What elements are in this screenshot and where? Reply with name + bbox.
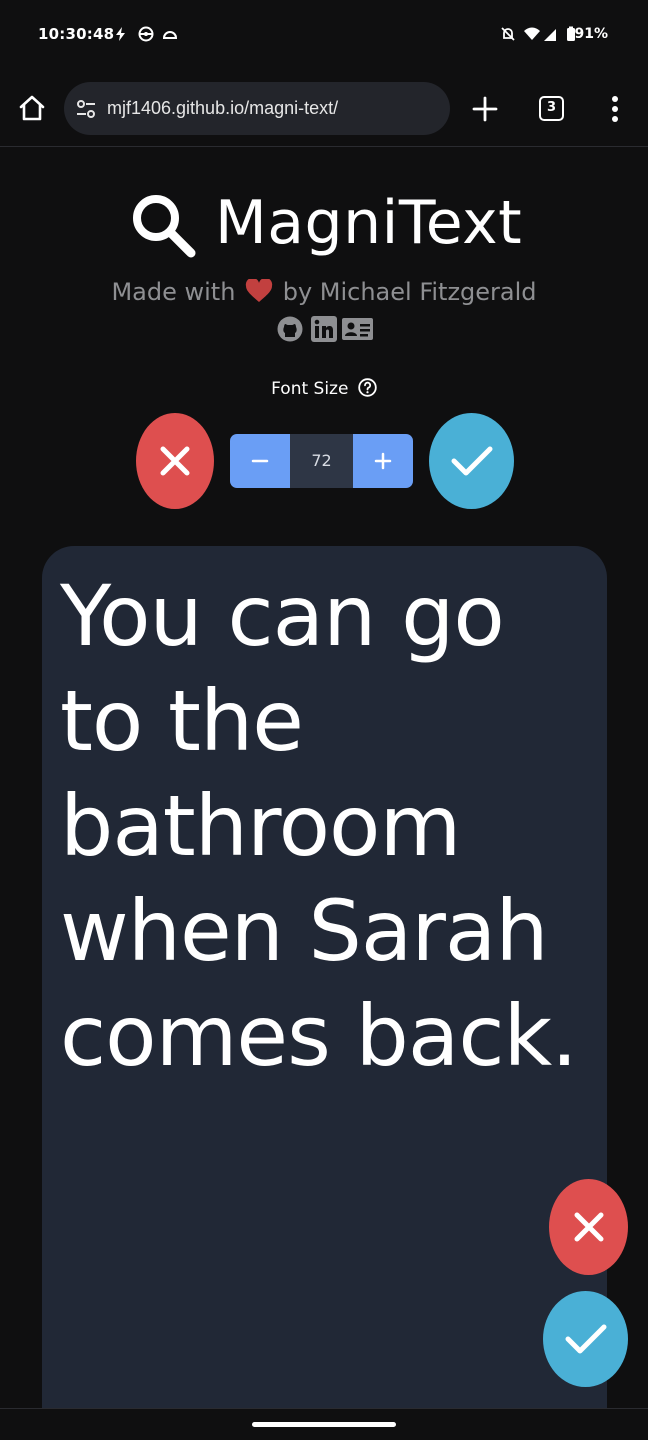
home-icon[interactable] (16, 92, 48, 124)
font-size-label: Font Size (271, 379, 349, 399)
magnifier-icon (133, 195, 196, 258)
credit-suffix: by Michael Fitzgerald (282, 278, 537, 306)
wifi-icon (524, 27, 540, 40)
battery-percent: 91% (574, 26, 608, 42)
check-icon (565, 1324, 606, 1354)
app-title: MagniText (215, 188, 523, 258)
status-time: 10:30:48 (38, 25, 115, 43)
menu-icon[interactable] (605, 94, 625, 124)
social-links (277, 316, 373, 344)
text-display-area[interactable]: You can go to the bathroom when Sarah co… (42, 546, 607, 1426)
home-gesture-handle[interactable] (252, 1422, 396, 1427)
tab-switcher-icon[interactable]: 3 (539, 96, 564, 121)
close-icon (574, 1212, 603, 1242)
confirm-button[interactable] (429, 413, 514, 509)
close-icon (160, 446, 190, 476)
cancel-button[interactable] (136, 413, 214, 509)
site-settings-icon[interactable] (76, 99, 96, 119)
linkedin-icon[interactable] (311, 316, 337, 342)
minus-icon (251, 459, 269, 463)
credit-prefix: Made with (111, 278, 236, 306)
mute-icon (501, 27, 515, 41)
heart-icon (245, 279, 273, 302)
help-icon[interactable] (358, 378, 377, 397)
increase-button[interactable] (353, 434, 413, 488)
magnified-text: You can go to the bathroom when Sarah co… (60, 567, 578, 1085)
contact-card-icon[interactable] (342, 316, 373, 342)
bolt-icon (116, 27, 125, 41)
floating-cancel-button[interactable] (549, 1179, 628, 1275)
new-tab-icon[interactable] (470, 94, 500, 124)
check-icon (451, 446, 492, 476)
status-bar: 10:30:48 91% (0, 0, 648, 70)
font-size-heading: Font Size (0, 378, 648, 399)
address-bar[interactable]: mjf1406.github.io/magni-text/ (64, 82, 450, 135)
app-header: MagniText (0, 185, 648, 265)
system-nav-bar (0, 1408, 648, 1440)
credit-line: Made with by Michael Fitzgerald (0, 278, 648, 306)
browser-toolbar: mjf1406.github.io/magni-text/ 3 (0, 70, 648, 147)
font-size-stepper: 72 (230, 434, 413, 488)
decrease-button[interactable] (230, 434, 290, 488)
url-text: mjf1406.github.io/magni-text/ (107, 98, 339, 118)
plus-icon (374, 452, 392, 470)
cloud-icon (162, 31, 178, 39)
pokeball-icon (138, 26, 154, 42)
floating-confirm-button[interactable] (543, 1291, 628, 1387)
signal-icon (544, 29, 556, 41)
github-icon[interactable] (277, 316, 303, 342)
font-size-input[interactable]: 72 (290, 434, 353, 488)
